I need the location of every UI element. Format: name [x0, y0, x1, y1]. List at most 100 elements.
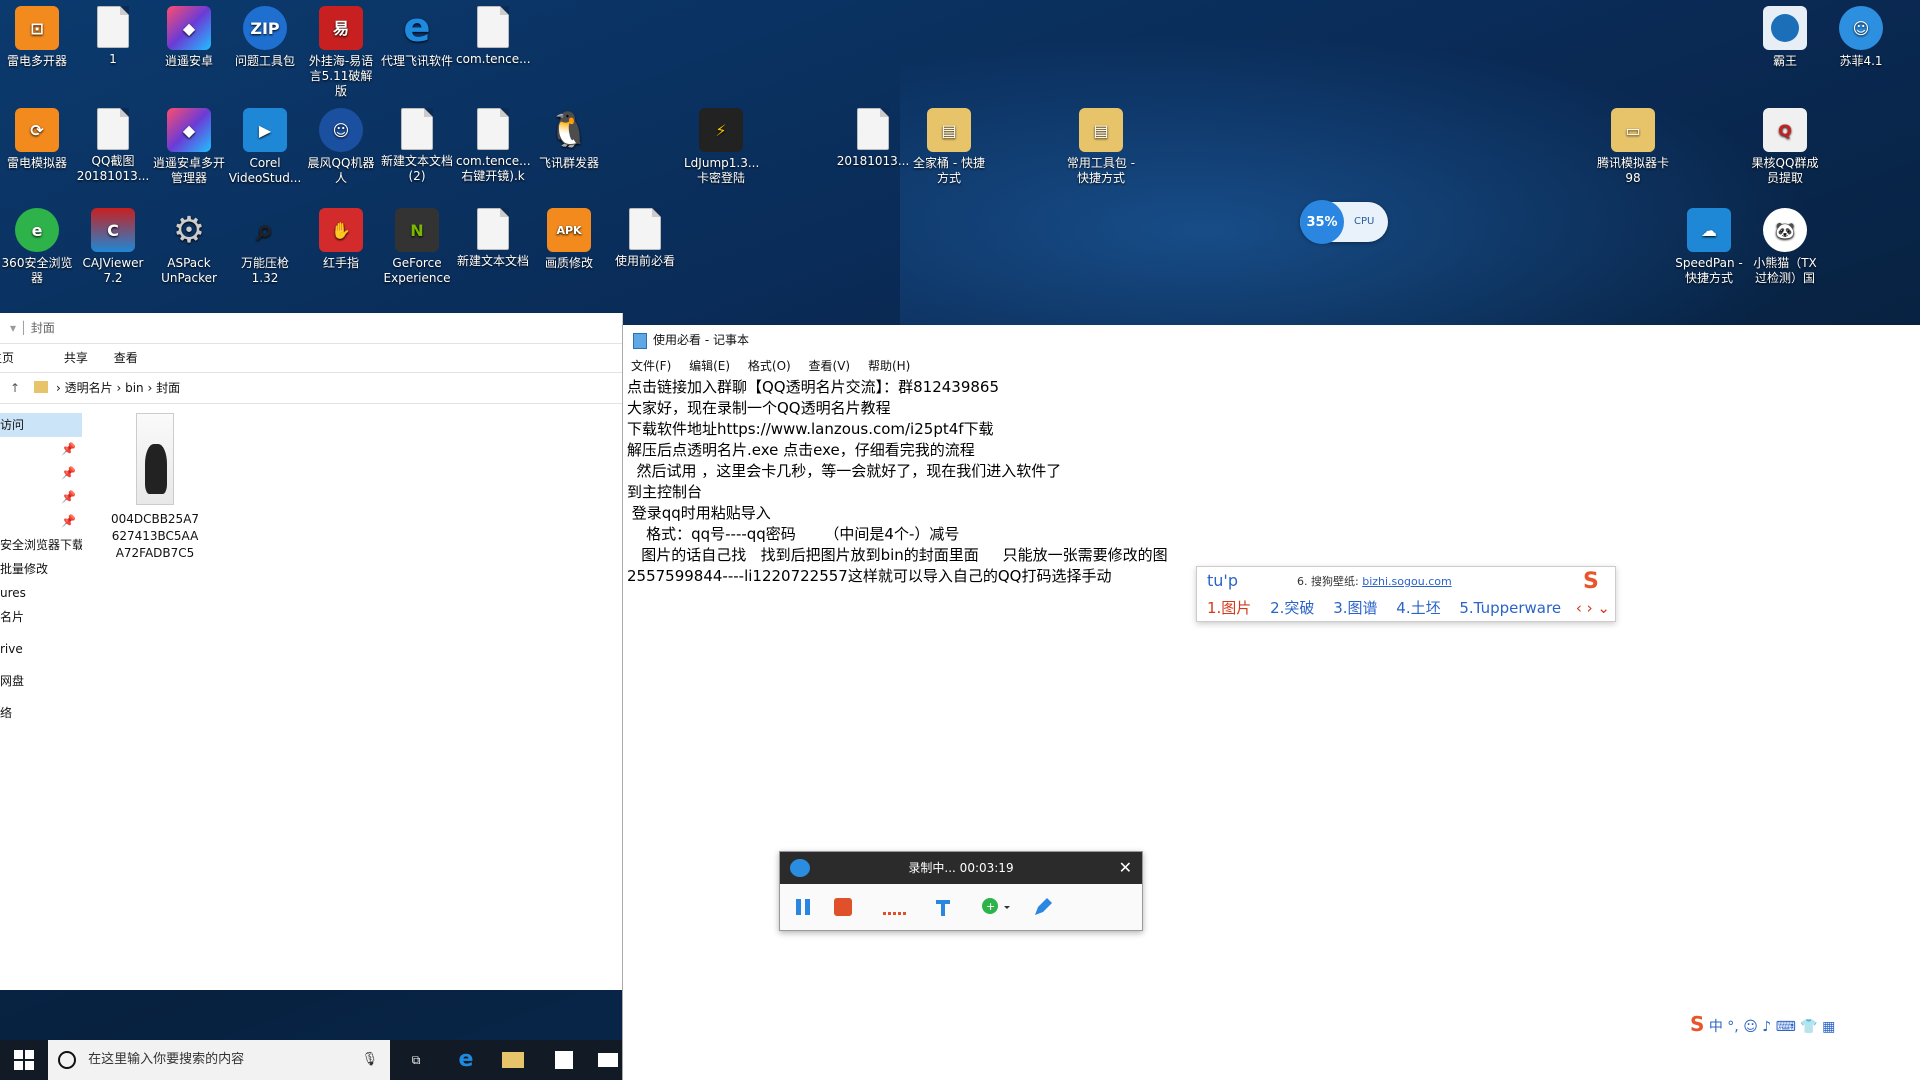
webcam-add-icon[interactable]: + [980, 896, 1010, 918]
nav-item[interactable]: 访问 [0, 413, 82, 437]
nav-item[interactable]: 名片 [0, 605, 82, 629]
notepad-text-area[interactable]: 点击链接加入群聊【QQ透明名片交流】：群812439865 大家好，现在录制一个Q… [627, 377, 1168, 587]
desktop-icon-proxy[interactable]: e 代理飞讯软件 [380, 6, 454, 69]
desktop-icon-readme[interactable]: 使用前必看 [608, 208, 682, 269]
desktop-icon-tencent-emu[interactable]: ▭ 腾讯模拟器卡98 [1596, 108, 1670, 186]
desktop-icon-20181013[interactable]: 20181013... [836, 108, 910, 169]
file-item[interactable]: 004DCBB25A7627413BC5AAA72FADB7C5 [100, 413, 210, 562]
pen-icon[interactable] [1032, 896, 1054, 918]
menu-file[interactable]: 文件(F) [631, 359, 671, 373]
mail-icon[interactable] [598, 1048, 622, 1072]
desktop-icon-360[interactable]: e 360安全浏览器 [0, 208, 74, 286]
desktop-icon-ld-multi[interactable]: ⊡ 雷电多开器 [0, 6, 74, 69]
nav-item[interactable]: 📌 [0, 461, 82, 485]
desktop-icon-zip[interactable]: ZIP 问题工具包 [228, 6, 302, 69]
stop-icon[interactable] [832, 896, 854, 918]
nav-item[interactable]: 安全浏览器下载 [0, 533, 82, 557]
icon-label: 20181013... [836, 154, 910, 168]
file-explorer-window: ▾ │ 封面 主页 共享 查看 ↑ › 透明名片 › bin › 封面 访问 📌… [0, 313, 623, 990]
store-icon[interactable] [552, 1048, 576, 1072]
menu-help[interactable]: 帮助(H) [868, 359, 910, 373]
breadcrumb-item[interactable]: bin [125, 381, 144, 395]
desktop-icon-doc-1[interactable]: 1 [76, 6, 150, 67]
ime-tip[interactable]: 6. 搜狗壁纸: bizhi.sogou.com [1297, 573, 1452, 589]
desktop-icon-geforce[interactable]: N GeForce Experience [380, 208, 454, 286]
file-explorer-icon[interactable] [502, 1048, 526, 1072]
nav-item[interactable]: ures [0, 581, 82, 605]
robot-icon: ☺ [319, 108, 363, 152]
desktop-icon-com-tence-k[interactable]: com.tence...右键开镜).k [456, 108, 531, 184]
icon-label: ASPack UnPacker [161, 256, 217, 285]
desktop-icon-qq-group[interactable]: Q 果核QQ群成员提取 [1748, 108, 1822, 186]
ime-candidate[interactable]: 5.Tupperware [1459, 599, 1561, 617]
desktop-icon-bawang[interactable]: 霸王 [1748, 6, 1822, 69]
desktop-icon-red-finger[interactable]: ✋ 红手指 [304, 208, 378, 271]
desktop-icon-qq-screenshot[interactable]: QQ截图20181013... [76, 108, 150, 184]
desktop-icon-caj[interactable]: C CAJViewer 7.2 [76, 208, 150, 286]
task-view-icon[interactable]: ⧉ [404, 1048, 428, 1072]
desktop-icon-xiaoyao[interactable]: ◆ 逍遥安卓 [152, 6, 226, 69]
nav-item[interactable]: 📌 [0, 437, 82, 461]
nav-item[interactable]: 📌 [0, 509, 82, 533]
chevron-right-icon[interactable]: ‹ › ⌄ [1576, 599, 1610, 617]
breadcrumb-item[interactable]: 透明名片 [65, 381, 113, 395]
folder-icon [34, 381, 48, 393]
pin-icon: 📌 [61, 514, 76, 528]
desktop-icon-eyuyan[interactable]: 易 外挂海-易语言5.11破解版 [304, 6, 378, 99]
microphone-icon[interactable]: 🎙 [361, 1040, 378, 1080]
ime-tip-link[interactable]: bizhi.sogou.com [1362, 575, 1451, 588]
screenshot-icon [97, 108, 129, 150]
ribbon-tab-home[interactable]: 主页 [0, 351, 14, 365]
desktop-icon-robot[interactable]: ☺ 晨风QQ机器人 [304, 108, 378, 186]
desktop-icon-yaqiang[interactable]: ⌕ 万能压枪1.32 [228, 208, 302, 286]
nav-item[interactable]: rive [0, 637, 82, 661]
windows-start-icon[interactable] [12, 1048, 36, 1072]
apk-icon: APK [547, 208, 591, 252]
desktop-icon-com-tence[interactable]: com.tence... [456, 6, 531, 67]
desktop-icon-aspack[interactable]: ⚙ ASPack UnPacker [152, 208, 226, 286]
pin-tool-icon[interactable] [932, 896, 954, 918]
taskbar-search[interactable]: 在这里输入你要搜索的内容 🎙 [48, 1040, 390, 1080]
desktop-icon-tools[interactable]: ▤ 常用工具包 - 快捷方式 [1064, 108, 1138, 186]
nav-item[interactable]: 网盘 [0, 669, 82, 693]
up-arrow-icon[interactable]: ↑ [10, 373, 20, 403]
desktop-icon-new-text-2[interactable]: 新建文本文档(2) [380, 108, 454, 184]
ime-candidate[interactable]: 1.图片 [1207, 599, 1251, 617]
ime-candidate[interactable]: 4.土坯 [1396, 599, 1440, 617]
icon-label: 雷电模拟器 [6, 156, 67, 170]
nav-item[interactable]: 📌 [0, 485, 82, 509]
menu-view[interactable]: 查看(V) [809, 359, 851, 373]
desktop-icon-quanjiatong[interactable]: ▤ 全家桶 - 快捷方式 [912, 108, 986, 186]
pause-icon[interactable] [792, 896, 814, 918]
ime-candidate[interactable]: 2.突破 [1270, 599, 1314, 617]
menu-format[interactable]: 格式(O) [748, 359, 791, 373]
audio-level-icon[interactable] [882, 896, 906, 918]
edge-icon[interactable]: e [454, 1048, 478, 1072]
close-icon[interactable]: ✕ [1119, 852, 1132, 884]
ime-tip-text: 搜狗壁纸: [1311, 575, 1359, 588]
desktop-icon-apk[interactable]: APK 画质修改 [532, 208, 606, 271]
cpu-widget[interactable]: 35% CPU [1300, 200, 1388, 244]
ribbon-tab-view[interactable]: 查看 [114, 351, 138, 365]
desktop-icon-speedpan[interactable]: ☁ SpeedPan - 快捷方式 [1672, 208, 1746, 286]
icon-label: 使用前必看 [614, 254, 675, 268]
ribbon-tab-share[interactable]: 共享 [64, 351, 88, 365]
nav-item[interactable]: 络 [0, 701, 82, 725]
nav-item[interactable]: 批量修改 [0, 557, 82, 581]
ime-toolbar[interactable]: S 中 °, ☺ ♪ ⌨ 👕 ▦ [1690, 1012, 1910, 1042]
breadcrumb-item[interactable]: 封面 [156, 381, 180, 395]
ime-candidate[interactable]: 3.图谱 [1333, 599, 1377, 617]
address-bar[interactable]: ↑ › 透明名片 › bin › 封面 [0, 373, 622, 404]
desktop-icon-sufei[interactable]: ☺ 苏菲4.1 [1824, 6, 1898, 69]
recorder-toolbar: + [780, 884, 1142, 930]
desktop-icon-ld-emulator[interactable]: ⟳ 雷电模拟器 [0, 108, 74, 171]
desktop-icon-panda[interactable]: 🐼 小熊猫（TX过检测）国 [1748, 208, 1822, 286]
desktop-icon-feixun[interactable]: 🐧 飞讯群发器 [532, 108, 606, 171]
icon-label: 新建文本文档(2) [380, 154, 453, 183]
bawang-icon [1763, 6, 1807, 50]
menu-edit[interactable]: 编辑(E) [689, 359, 730, 373]
desktop-icon-xiaoyao-multi[interactable]: ◆ 逍遥安卓多开管理器 [152, 108, 226, 186]
desktop-icon-new-text[interactable]: 新建文本文档 [456, 208, 530, 269]
desktop-icon-corel[interactable]: ▶ Corel VideoStud... [228, 108, 302, 186]
desktop-icon-ldjump[interactable]: ⚡ LdJump1.3...卡密登陆 [684, 108, 759, 186]
